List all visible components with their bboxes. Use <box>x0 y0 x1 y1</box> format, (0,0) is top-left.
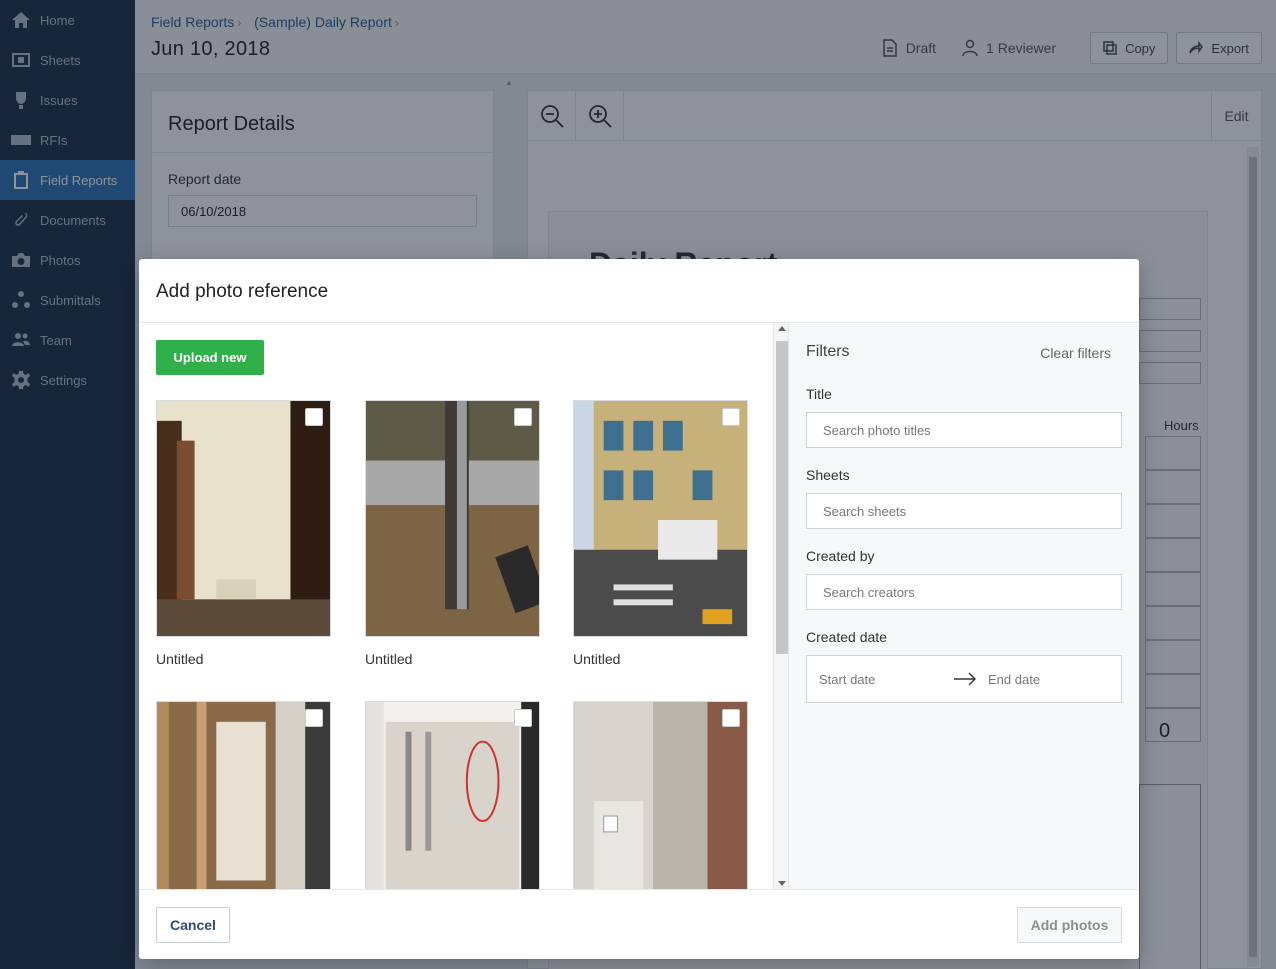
modal-title: Add photo reference <box>139 259 1139 323</box>
photo-thumbnail[interactable] <box>156 701 331 889</box>
created-by-filter-label: Created by <box>806 548 875 564</box>
end-date-input[interactable]: End date <box>988 672 1040 687</box>
photo-image <box>366 401 539 636</box>
photo-checkbox[interactable] <box>305 709 323 727</box>
sheets-search-input[interactable]: Search sheets <box>806 493 1122 529</box>
cancel-button[interactable]: Cancel <box>156 907 230 943</box>
sheets-filter-label: Sheets <box>806 467 850 483</box>
photo-checkbox[interactable] <box>722 709 740 727</box>
creators-search-input[interactable]: Search creators <box>806 574 1122 610</box>
photo-card[interactable] <box>365 701 540 889</box>
photo-thumbnail[interactable] <box>156 400 331 637</box>
photo-title: Untitled <box>573 651 621 667</box>
filters-title: Filters <box>806 343 850 360</box>
photo-checkbox[interactable] <box>514 408 532 426</box>
photo-thumbnail[interactable] <box>365 400 540 637</box>
add-photo-reference-modal: Add photo reference Upload new Untitled … <box>139 259 1139 959</box>
photo-card[interactable] <box>573 701 748 889</box>
photo-image <box>157 401 330 636</box>
scroll-down-arrow-icon[interactable] <box>778 881 786 886</box>
photo-title: Untitled <box>156 651 204 667</box>
photo-checkbox[interactable] <box>305 408 323 426</box>
add-photos-button[interactable]: Add photos <box>1017 907 1122 943</box>
photo-card[interactable] <box>156 701 331 889</box>
title-filter-label: Title <box>806 386 832 402</box>
photo-image <box>574 401 747 636</box>
created-date-filter-label: Created date <box>806 629 887 645</box>
photo-title: Untitled <box>365 651 413 667</box>
photos-scrollbar[interactable] <box>773 323 789 889</box>
scroll-up-arrow-icon[interactable] <box>778 326 786 331</box>
scroll-thumb[interactable] <box>776 341 788 654</box>
title-search-input[interactable]: Search photo titles <box>806 412 1122 448</box>
filters-pane: Filters Clear filters Title Search photo… <box>789 323 1139 889</box>
photo-checkbox[interactable] <box>514 709 532 727</box>
photo-thumbnail[interactable] <box>573 701 748 889</box>
clear-filters-link[interactable]: Clear filters <box>1040 345 1111 361</box>
photo-thumbnail[interactable] <box>573 400 748 637</box>
photo-card[interactable]: Untitled <box>573 400 748 667</box>
photo-thumbnail[interactable] <box>365 701 540 889</box>
modal-footer: Cancel Add photos <box>139 889 1139 959</box>
photo-checkbox[interactable] <box>722 408 740 426</box>
arrow-right-icon <box>954 672 976 686</box>
photos-pane: Upload new Untitled Untitled Untitled <box>139 323 773 889</box>
photo-card[interactable]: Untitled <box>365 400 540 667</box>
modal-body: Upload new Untitled Untitled Untitled Fi… <box>139 323 1139 889</box>
photo-image <box>366 702 539 889</box>
photo-image <box>574 702 747 889</box>
date-range-picker: Start date End date <box>806 655 1122 703</box>
upload-new-button[interactable]: Upload new <box>156 340 264 375</box>
photo-image <box>157 702 330 889</box>
start-date-input[interactable]: Start date <box>819 672 953 687</box>
photo-card[interactable]: Untitled <box>156 400 331 667</box>
